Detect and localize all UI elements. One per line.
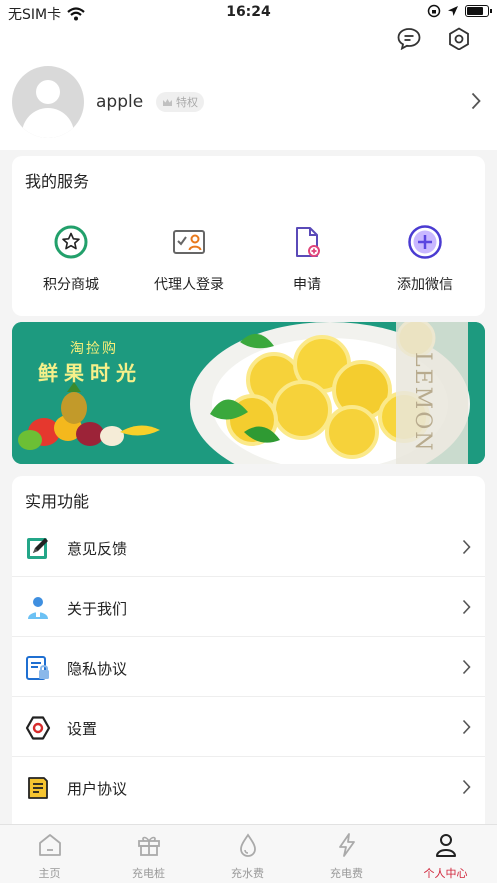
banner-side-text: LEMON: [410, 352, 435, 453]
chevron-right-icon: [462, 659, 471, 675]
service-apply[interactable]: 申请: [248, 224, 366, 294]
settings-label: 设置: [67, 720, 98, 738]
tab-electricity-fee[interactable]: 充电费: [297, 831, 396, 881]
orientation-lock-icon: [427, 4, 441, 18]
about-us-label: 关于我们: [67, 600, 128, 618]
service-label: 代理人登录: [154, 277, 224, 293]
star-circle-icon: [54, 225, 88, 259]
top-action-bar: [0, 26, 497, 52]
service-agent-login[interactable]: 代理人登录: [130, 224, 248, 294]
chevron-right-icon: [462, 719, 471, 735]
person-icon: [28, 597, 48, 619]
tab-charging-pile[interactable]: 充电桩: [99, 831, 198, 881]
agreement-doc-icon: [28, 777, 48, 799]
location-arrow-icon: [448, 6, 458, 16]
document-add-icon: [296, 227, 320, 257]
tab-water-fee[interactable]: 充水费: [198, 831, 297, 881]
gear-icon: [25, 716, 51, 740]
tab-label: 主页: [38, 867, 61, 880]
banner-headline: 鲜果时光: [38, 361, 142, 385]
about-us-row[interactable]: 关于我们: [12, 577, 485, 637]
tab-label: 充水费: [231, 867, 264, 880]
my-services-card: 我的服务 积分商城 代理人登录 申请 添加微信: [12, 156, 485, 316]
services-title: 我的服务: [25, 172, 90, 191]
service-add-wechat[interactable]: 添加微信: [366, 224, 484, 294]
battery-icon: [465, 5, 492, 17]
service-points-mall[interactable]: 积分商城: [12, 224, 130, 294]
privacy-lock-icon: [26, 656, 49, 680]
settings-hex-icon[interactable]: [446, 26, 472, 52]
edit-icon: [27, 538, 48, 559]
bottom-tab-bar: 主页 充电桩 充水费 充电费 个人中心: [0, 824, 497, 883]
water-drop-icon: [239, 833, 256, 857]
service-label: 积分商城: [43, 277, 99, 293]
settings-row[interactable]: 设置: [12, 697, 485, 757]
chevron-right-icon: [462, 599, 471, 615]
lightning-icon: [338, 833, 355, 857]
chevron-right-icon: [462, 539, 471, 555]
user-agreement-row[interactable]: 用户协议: [12, 757, 485, 817]
tab-personal-center[interactable]: 个人中心: [396, 831, 495, 881]
status-time: 16:24: [226, 4, 271, 20]
avatar-head-shape: [36, 80, 60, 104]
user-agreement-label: 用户协议: [67, 780, 128, 798]
privacy-row[interactable]: 隐私协议: [12, 637, 485, 697]
status-right: [427, 4, 492, 18]
tab-label: 充电桩: [132, 867, 165, 880]
profile-header[interactable]: apple 特权: [0, 50, 497, 150]
crown-icon: [163, 98, 172, 106]
feedback-row[interactable]: 意见反馈: [12, 517, 485, 577]
privilege-badge-label: 特权: [176, 96, 198, 109]
banner-tagline: 淘捡购: [70, 341, 118, 357]
privilege-badge: 特权: [156, 92, 204, 112]
profile-chevron-right-icon: [471, 92, 481, 110]
home-icon: [38, 834, 61, 856]
avatar[interactable]: [12, 66, 84, 138]
username: apple: [96, 92, 144, 112]
feedback-label: 意见反馈: [67, 540, 128, 558]
chevron-right-icon: [462, 779, 471, 795]
functions-title: 实用功能: [25, 492, 90, 511]
practical-functions-card: 实用功能 意见反馈 关于我们 隐私协议 设置 用户协议: [12, 476, 485, 836]
status-bar: 无SIM卡 16:24: [0, 0, 497, 26]
tab-home[interactable]: 主页: [0, 831, 99, 881]
tab-label: 个人中心: [423, 867, 468, 880]
promo-banner[interactable]: 淘捡购 鲜果时光 LEMON: [12, 322, 485, 464]
agent-card-icon: [173, 230, 205, 254]
user-icon: [435, 834, 456, 857]
service-label: 申请: [293, 277, 321, 293]
avatar-body-shape: [22, 108, 74, 138]
tab-label: 充电费: [330, 867, 363, 880]
service-label: 添加微信: [397, 277, 453, 293]
plus-circle-icon: [408, 225, 442, 259]
privacy-label: 隐私协议: [67, 660, 128, 678]
gift-box-icon: [137, 836, 160, 856]
message-icon[interactable]: [396, 26, 422, 52]
